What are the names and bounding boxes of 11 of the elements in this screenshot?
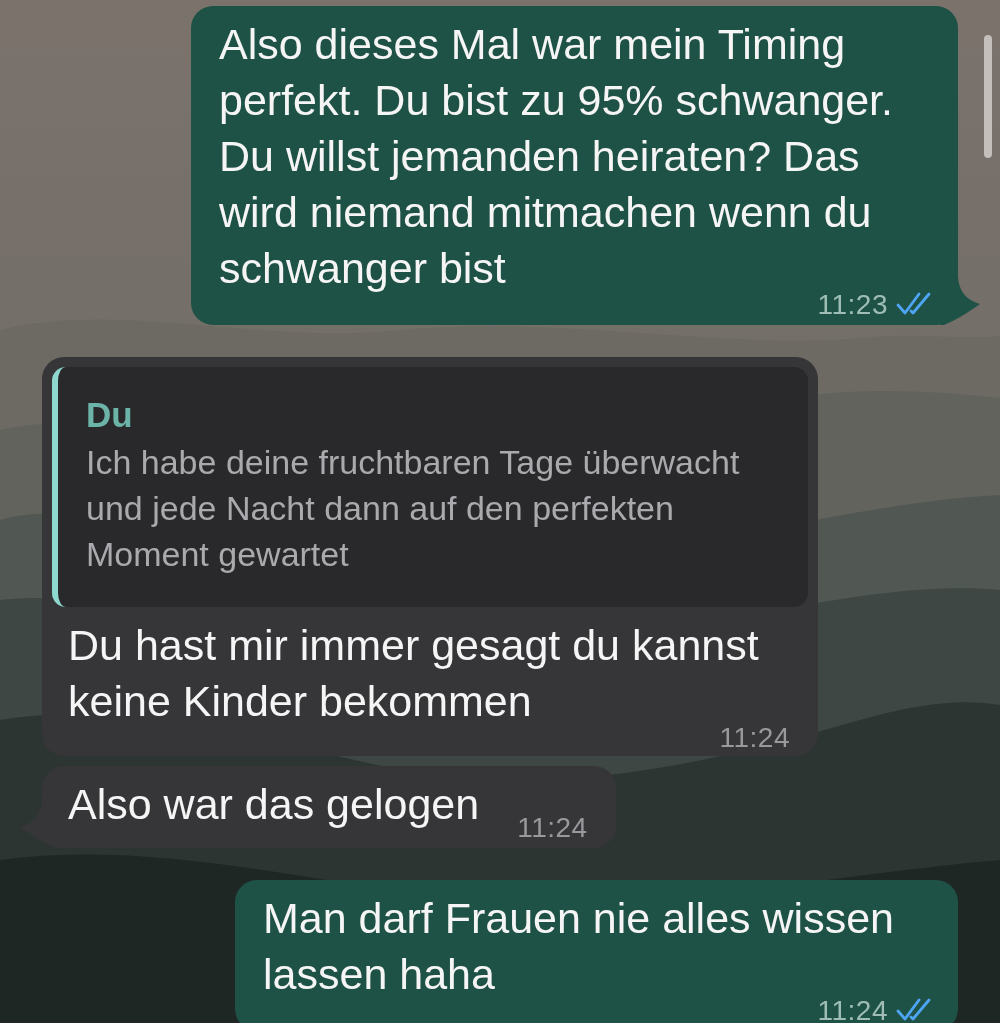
quote-text: Ich habe deine fruchtbaren Tage überwacht und jede Nacht dann auf den perfekten Moment gewartet (86, 442, 741, 575)
message-time: 11:23 (817, 293, 888, 315)
message-time: 11:24 (517, 816, 588, 838)
message-text: Man darf Frauen nie alles wissen lassen haha (263, 894, 894, 998)
message-text: Also dieses Mal war mein Timing perfekt. Du bist zu 95% schwanger. Du willst jemanden heiraten? Das wird niemand mitmachen wenn du schwanger bist (219, 20, 894, 292)
message-time: 11:24 (817, 999, 888, 1021)
message-text: Du hast mir immer gesagt du kannst keine Kinder bekommen (68, 621, 759, 725)
message-time: 11:24 (719, 726, 790, 748)
message-text: Also war das gelogen (68, 780, 480, 828)
quoted-message[interactable]: Du Ich habe deine fruchtbaren Tage überwacht und jede Nacht dann auf den perfekten Moment gewartet (52, 367, 808, 607)
quote-sender: Du (86, 394, 134, 436)
